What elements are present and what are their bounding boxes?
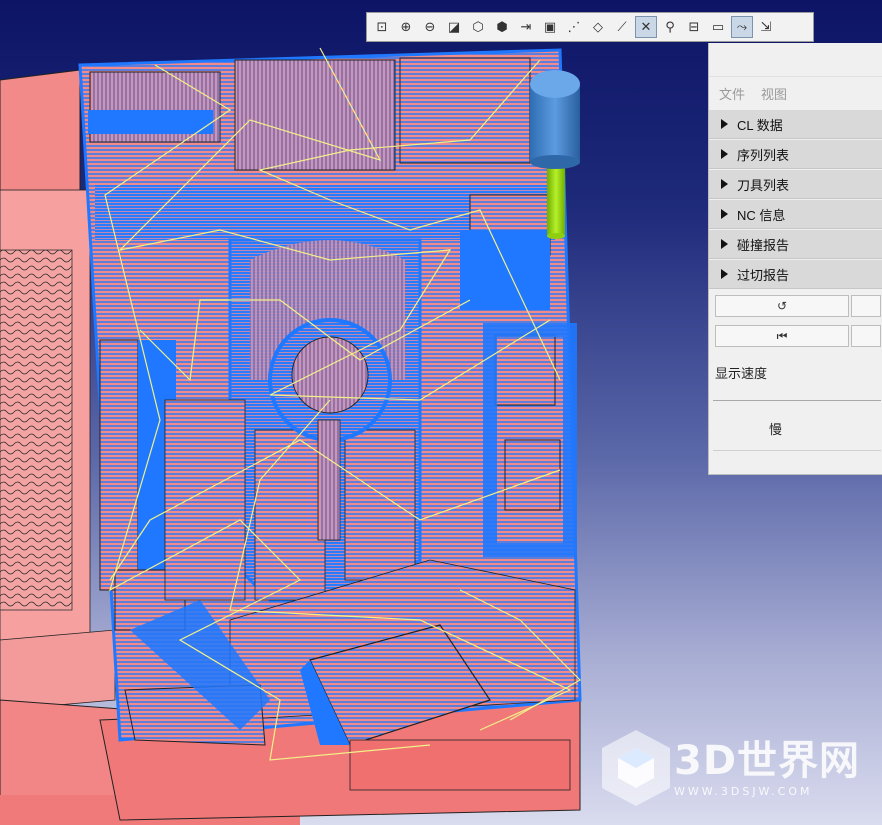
zoom-out-button[interactable]: ⊖ [419,16,441,38]
cube-logo-icon [602,730,670,806]
toolpath-points-icon: ⋰ [567,19,581,35]
axis-icon: ⟋ [617,19,627,35]
section-label: 碰撞报告 [737,237,790,253]
rewind-button[interactable]: ⏮ [715,325,849,347]
zoom-in-button[interactable]: ⊕ [395,16,417,38]
tool-holder-button[interactable]: ⚲ [659,16,681,38]
hide-button[interactable]: ✕ [635,16,657,38]
section-icon: ◇ [593,19,603,35]
step-button[interactable] [851,325,881,347]
export-icon: ⇲ [760,19,772,35]
view-front-icon: ◪ [447,19,461,35]
section-gouge-report[interactable]: 过切报告 [709,260,882,289]
simulation-viewport[interactable]: ⊡ ⊕ ⊖ ◪ ⬡ ⬢ ⇥ ▣ ⋰ ◇ ⟋ ✕ ⚲ ⊟ ▭ ⤳ ⇲ 文件 视图 CL 数据 序列列表 刀具列表 … [0,0,882,825]
section-label: 刀具列表 [737,177,790,193]
snapshot-icon: ▣ [543,19,557,35]
tool-holder-icon: ⚲ [665,19,675,35]
shaded-view-button[interactable]: ⬢ [491,16,513,38]
menu-view[interactable]: 视图 [761,84,787,103]
view-iso-button[interactable]: ⬡ [467,16,489,38]
reset-button[interactable]: ↺ [715,295,849,317]
transparent-icon: ▭ [711,19,725,35]
expand-arrow-icon [721,209,728,219]
speed-slider[interactable] [713,400,881,401]
watermark-text: 3D世界网 WWW.3DSJW.COM [674,739,860,798]
path-trace-icon: ⤳ [736,19,748,35]
expand-arrow-icon [721,119,728,129]
playback-row-2: ⏮ [709,325,882,349]
zoom-fit-icon: ⊡ [376,19,388,35]
section-button[interactable]: ◇ [587,16,609,38]
expand-arrow-icon [721,269,728,279]
reset-icon: ↺ [776,299,788,313]
settings-view-button[interactable]: ⊟ [683,16,705,38]
watermark-brand: 3D世界网 [674,737,861,784]
panel-menubar: 文件 视图 [709,77,882,109]
playback-row-1: ↺ [709,295,882,319]
simulation-panel: 文件 视图 CL 数据 序列列表 刀具列表 NC 信息 碰撞报告 过切报告 ↺ … [708,43,882,475]
shaded-view-icon: ⬢ [496,19,508,35]
speed-slow-label: 慢 [769,422,783,437]
view-toolbar: ⊡ ⊕ ⊖ ◪ ⬡ ⬢ ⇥ ▣ ⋰ ◇ ⟋ ✕ ⚲ ⊟ ▭ ⤳ ⇲ [366,12,814,42]
section-label: CL 数据 [737,117,783,133]
menu-file[interactable]: 文件 [719,84,745,103]
panel-titlebar[interactable] [709,43,882,77]
section-collision-report[interactable]: 碰撞报告 [709,230,882,259]
section-sequence-list[interactable]: 序列列表 [709,140,882,169]
watermark-url: WWW.3DSJW.COM [674,784,813,798]
zoom-fit-button[interactable]: ⊡ [371,16,393,38]
display-speed-label: 显示速度 [715,366,768,381]
view-iso-icon: ⬡ [472,19,484,35]
section-nc-info[interactable]: NC 信息 [709,200,882,229]
tool-display-icon: ⇥ [520,19,532,35]
toolpath-points-button[interactable]: ⋰ [563,16,585,38]
path-trace-button[interactable]: ⤳ [731,16,753,38]
axis-button[interactable]: ⟋ [611,16,633,38]
watermark: 3D世界网 WWW.3DSJW.COM [598,726,868,810]
snapshot-button[interactable]: ▣ [539,16,561,38]
transparent-button[interactable]: ▭ [707,16,729,38]
section-tool-list[interactable]: 刀具列表 [709,170,882,199]
tool-display-button[interactable]: ⇥ [515,16,537,38]
rewind-icon: ⏮ [776,328,788,343]
expand-arrow-icon [721,239,728,249]
section-label: 过切报告 [737,267,790,283]
export-button[interactable]: ⇲ [755,16,777,38]
zoom-in-icon: ⊕ [400,19,412,35]
panel-divider [713,450,881,451]
section-cl-data[interactable]: CL 数据 [709,110,882,139]
settings-view-icon: ⊟ [688,19,700,35]
play-button[interactable] [851,295,881,317]
expand-arrow-icon [721,149,728,159]
section-label: NC 信息 [737,207,786,223]
section-label: 序列列表 [737,147,790,163]
expand-arrow-icon [721,179,728,189]
hide-icon: ✕ [640,19,652,35]
zoom-out-icon: ⊖ [424,19,436,35]
view-front-button[interactable]: ◪ [443,16,465,38]
